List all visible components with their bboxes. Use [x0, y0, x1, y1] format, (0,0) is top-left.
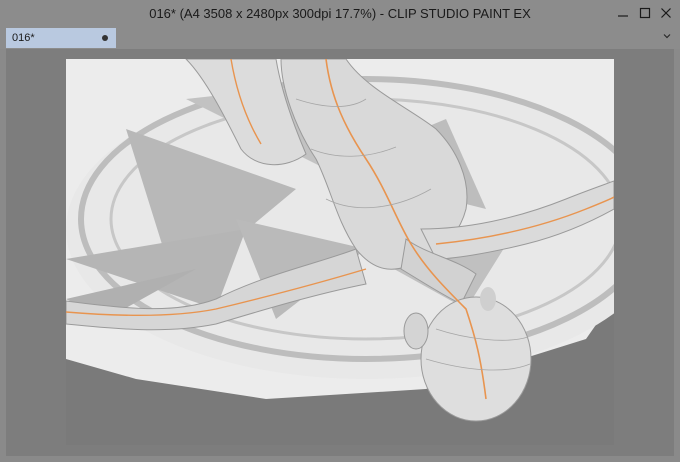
- chevron-down-icon[interactable]: [660, 31, 674, 45]
- canvas-workspace[interactable]: [6, 49, 674, 456]
- tab-016[interactable]: 016*: [6, 28, 116, 48]
- document-tab-bar: 016*: [0, 27, 680, 49]
- dot-icon: [102, 35, 108, 41]
- minimize-icon[interactable]: [613, 3, 633, 23]
- maximize-icon[interactable]: [635, 3, 655, 23]
- window-title: 016* (A4 3508 x 2480px 300dpi 17.7%) - C…: [149, 6, 531, 21]
- close-icon[interactable]: [656, 3, 676, 23]
- tab-label: 016*: [12, 32, 35, 44]
- canvas-illustration: [66, 59, 614, 445]
- drawing-canvas[interactable]: [66, 59, 614, 445]
- title-bar: 016* (A4 3508 x 2480px 300dpi 17.7%) - C…: [0, 0, 680, 27]
